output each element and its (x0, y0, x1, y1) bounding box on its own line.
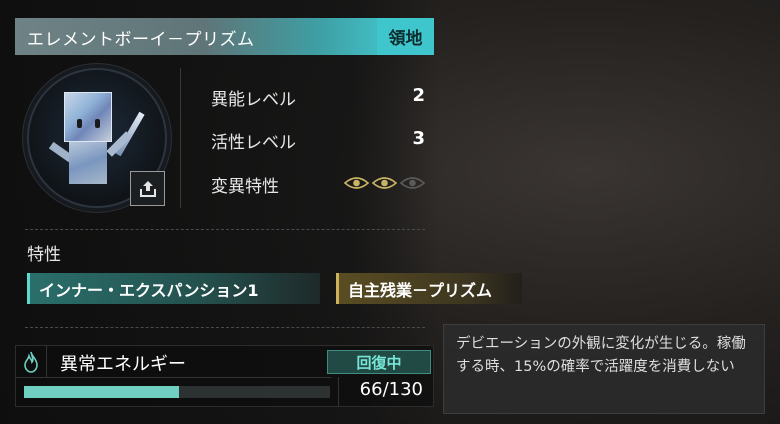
portrait-divider (180, 68, 181, 208)
portrait-blade (115, 111, 145, 157)
territory-tag: 領地 (377, 18, 434, 55)
portrait-eye-right (95, 119, 100, 128)
energy-title: 異常エネルギー (60, 354, 186, 375)
trait-inner-expansion[interactable]: インナー・エクスパンション1 (27, 273, 320, 304)
abnormal-energy-panel: 異常エネルギー 回復中 66/130 (15, 345, 434, 407)
traits-title: 特性 (27, 245, 61, 265)
eye-icon (344, 177, 369, 189)
portrait-head (64, 92, 112, 142)
ability-level-label: 異能レベル (211, 90, 296, 110)
upload-button[interactable] (130, 171, 165, 206)
energy-divider-vertical (338, 377, 339, 407)
activity-level-row: 活性レベル 3 (211, 128, 425, 153)
energy-progress-fill (24, 386, 180, 398)
mutation-trait-label: 変異特性 (211, 177, 279, 197)
eye-icon (372, 177, 397, 189)
mutation-level-indicator[interactable] (344, 176, 425, 190)
energy-divider (16, 377, 331, 378)
flame-icon (24, 351, 38, 373)
character-name: エレメントボーイ－プリズム (27, 30, 255, 50)
upload-icon (139, 180, 156, 197)
trait-label: 自主残業－プリズム (348, 280, 493, 300)
section-divider (25, 229, 425, 230)
activity-level-label: 活性レベル (211, 133, 296, 153)
trait-label: インナー・エクスパンション1 (39, 280, 259, 300)
activity-level-value: 3 (412, 128, 425, 149)
trait-voluntary-overtime[interactable]: 自主残業－プリズム (336, 273, 522, 304)
ability-level-value: 2 (412, 85, 425, 106)
energy-icon-box (16, 346, 47, 377)
trait-tooltip: デビエーションの外観に変化が生じる。稼働する時、15%の確率で活躍度を消費しない (443, 324, 765, 414)
energy-value: 66/130 (359, 379, 423, 400)
section-divider (25, 327, 425, 328)
eye-icon (400, 177, 425, 189)
recovering-badge: 回復中 (327, 350, 431, 374)
tooltip-text: デビエーションの外観に変化が生じる。稼働する時、15%の確率で活躍度を消費しない (456, 336, 746, 375)
character-header: エレメントボーイ－プリズム 領地 (15, 18, 434, 55)
ability-level-row: 異能レベル 2 (211, 85, 425, 110)
portrait-body (69, 142, 107, 184)
mutation-trait-row: 変異特性 (211, 172, 425, 197)
energy-progress-bar (24, 386, 330, 398)
portrait-eye-left (77, 119, 82, 128)
